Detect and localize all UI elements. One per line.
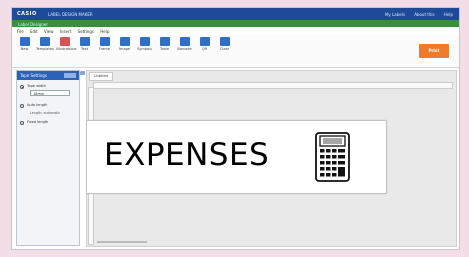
symbols-icon	[139, 37, 150, 46]
qr-icon	[199, 37, 210, 46]
subtitle-bar: Label Designer	[12, 20, 459, 27]
option-label: Auto length	[27, 103, 48, 107]
brand-bar: CASIO LABEL DESIGN MAKER My Labels About…	[12, 8, 459, 20]
option-tape-width[interactable]: Tape width 18mm	[20, 83, 76, 99]
ribbon-illustrations-button[interactable]: Illustrations	[56, 37, 77, 51]
app-title: LABEL DESIGN MAKER	[48, 11, 93, 17]
option-label: Fixed length	[27, 120, 49, 124]
casio-logo: CASIO	[17, 11, 37, 17]
option-fixed-length[interactable]: Fixed length	[20, 119, 76, 129]
label-canvas[interactable]: EXPENSES	[86, 120, 387, 194]
header-link[interactable]: About this	[414, 12, 434, 17]
ribbon-barcode-button[interactable]: Barcode	[176, 37, 193, 51]
subtitle-text: Label Designer	[18, 21, 48, 27]
header-link[interactable]: My Labels	[385, 12, 405, 17]
ribbon-qr-button[interactable]: QR	[196, 37, 213, 51]
menu-item[interactable]: Edit	[30, 29, 38, 34]
menu-item[interactable]: Insert	[60, 29, 71, 34]
header-link[interactable]: Help	[444, 12, 453, 17]
calculator-icon[interactable]	[315, 132, 350, 182]
ribbon-image-button[interactable]: Image	[116, 37, 133, 51]
ribbon-clear-button[interactable]: Clear	[216, 37, 233, 51]
image-icon	[119, 37, 130, 46]
ribbon-toolbar: New Templates Illustrations Text Frame I…	[12, 35, 459, 75]
radio-icon[interactable]	[20, 104, 24, 108]
header-links: My Labels About this Help	[377, 12, 453, 17]
clear-icon	[219, 37, 230, 46]
panel-header: Tape Settings	[17, 71, 79, 80]
ribbon-templates-button[interactable]: Templates	[36, 37, 54, 51]
barcode-icon	[179, 37, 190, 46]
print-button[interactable]: Print	[419, 44, 449, 58]
menu-item[interactable]: Help	[100, 29, 109, 34]
ribbon-frame-button[interactable]: Frame	[96, 37, 113, 51]
panel-toggle-button[interactable]	[64, 73, 76, 78]
menu-item[interactable]: View	[44, 29, 54, 34]
menu-item[interactable]: File	[17, 29, 24, 34]
menu-bar: File Edit View Insert Settings Help	[12, 27, 459, 35]
frame-icon	[99, 37, 110, 46]
format-toolbar	[17, 60, 213, 75]
option-note: Length: automatic	[30, 111, 61, 115]
ribbon-symbols-button[interactable]: Symbols	[136, 37, 153, 51]
tape-width-select[interactable]: 18mm	[30, 90, 70, 96]
option-auto-length[interactable]: Auto length Length: automatic	[20, 102, 76, 116]
table-icon	[159, 37, 170, 46]
illustrations-icon	[59, 37, 70, 46]
ribbon-new-button[interactable]: New	[16, 37, 33, 51]
format-tool-icon[interactable]	[80, 71, 85, 75]
ribbon-text-button[interactable]: Text	[76, 37, 93, 51]
radio-icon[interactable]	[20, 121, 24, 125]
horizontal-ruler	[93, 82, 453, 89]
tape-settings-panel: Tape Settings Tape width 18mm Auto lengt…	[16, 70, 80, 246]
new-doc-icon	[19, 37, 30, 46]
label-text[interactable]: EXPENSES	[104, 140, 269, 171]
radio-selected-icon[interactable]	[20, 85, 24, 89]
option-label: Tape width	[27, 84, 46, 88]
panel-title: Tape Settings	[20, 73, 47, 78]
text-icon	[79, 37, 90, 46]
menu-item[interactable]: Settings	[78, 29, 94, 34]
templates-icon	[39, 37, 50, 46]
ribbon-table-button[interactable]: Table	[156, 37, 173, 51]
horizontal-scrollbar[interactable]	[97, 241, 147, 243]
document-tab[interactable]: Untitled	[89, 72, 113, 81]
